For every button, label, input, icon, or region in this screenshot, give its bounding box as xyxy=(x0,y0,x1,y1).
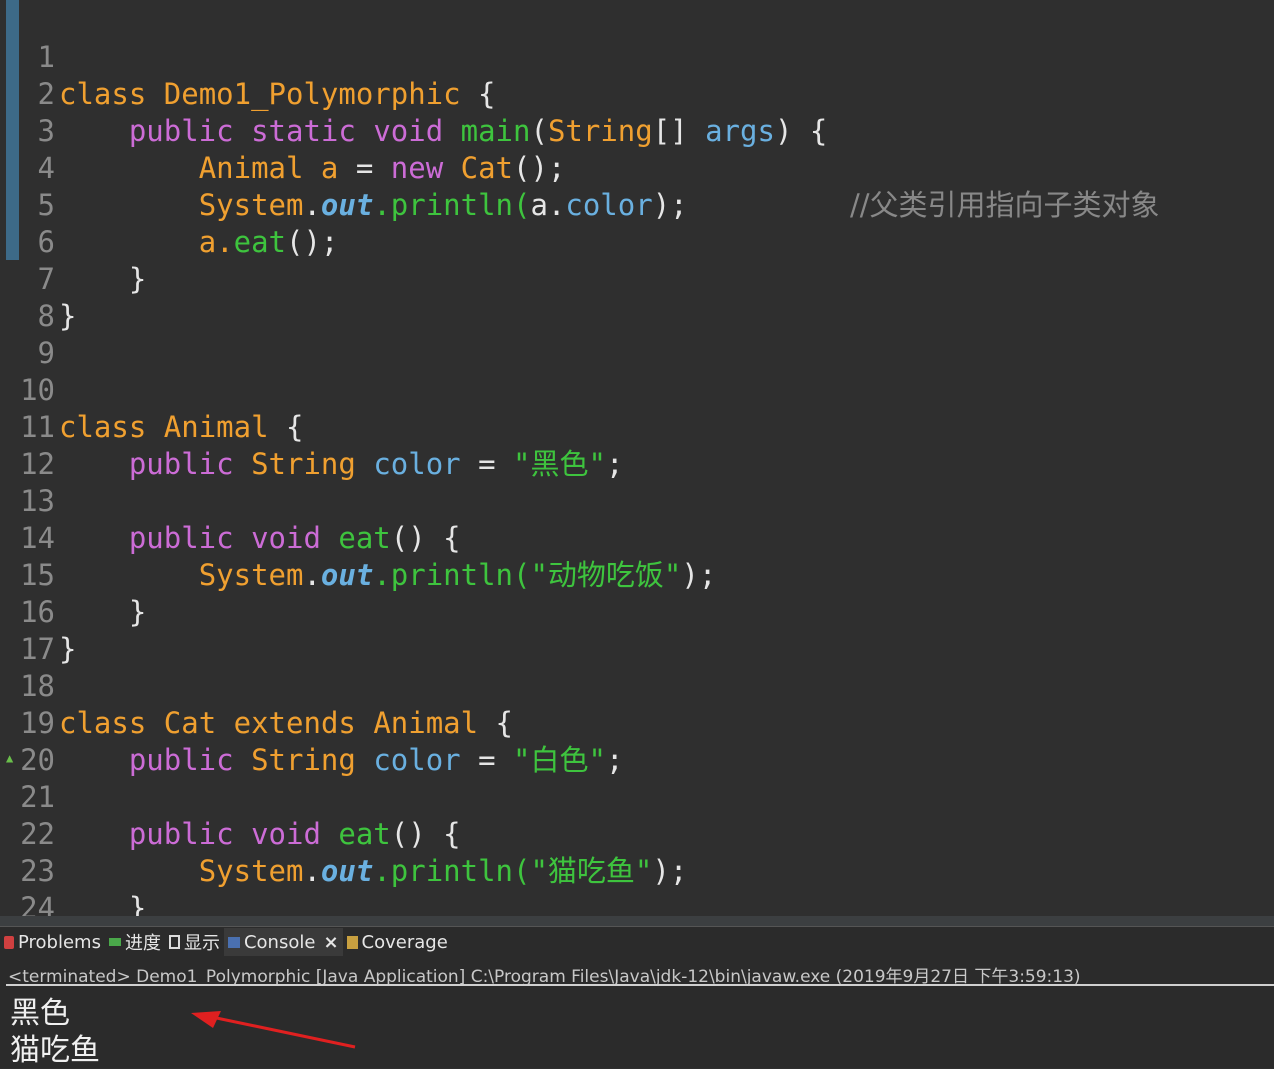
panel-tab-bar: Problems 进度 显示 Console × Coverage xyxy=(0,928,1274,956)
code-line-15[interactable]: 15 } xyxy=(0,520,1274,629)
code-line-22[interactable]: 22 System.out.println("猫吃鱼"); xyxy=(0,779,1274,888)
code-line-19[interactable]: 19 public String color = "白色"; xyxy=(0,668,1274,777)
code-line-21[interactable]: 21 public void eat() { xyxy=(0,742,1274,851)
code-line-8[interactable]: 8 xyxy=(0,261,1274,333)
console-output-line: 猫吃鱼 xyxy=(10,1033,100,1068)
tab-coverage[interactable]: Coverage xyxy=(343,928,452,956)
code-line-10[interactable]: 10 class Animal { xyxy=(0,335,1274,444)
tab-label: Coverage xyxy=(361,931,448,953)
code-line-24[interactable]: 24 } xyxy=(0,853,1274,916)
code-editor[interactable]: ▲ 1 class Demo1_Polymorphic { 2 public s… xyxy=(0,0,1274,916)
code-line-5[interactable]: 5 a.eat(); xyxy=(0,150,1274,259)
console-icon xyxy=(227,936,240,948)
bottom-panel: Problems 进度 显示 Console × Coverage <termi… xyxy=(0,916,1274,1068)
code-line-11[interactable]: 11 public String color = "黑色"; xyxy=(0,372,1274,481)
tab-display[interactable]: 显示 xyxy=(165,928,224,956)
code-line-3[interactable]: 3 Animal a = new Cat(); //父类引用指向子类对象 xyxy=(0,76,1274,222)
tab-label: Problems xyxy=(18,931,101,953)
tab-console[interactable]: Console × xyxy=(223,928,343,956)
tab-label: 进度 xyxy=(124,933,161,954)
problems-icon xyxy=(4,935,14,949)
code-line-12[interactable]: 12 xyxy=(0,409,1274,481)
code-line-13[interactable]: 13 public void eat() { xyxy=(0,446,1274,555)
code-line-4[interactable]: 4 System.out.println(a.color); xyxy=(0,113,1274,222)
close-icon[interactable]: × xyxy=(323,932,338,953)
brace: } xyxy=(128,891,147,916)
code-line-2[interactable]: 2 public static void main(String[] args)… xyxy=(0,39,1274,148)
annotation-arrow-icon xyxy=(191,1011,356,1049)
line-number: 24 xyxy=(20,891,55,916)
code-line-14[interactable]: 14 System.out.println("动物吃饭"); xyxy=(0,483,1274,592)
tab-label: 显示 xyxy=(183,933,220,954)
code-line-1[interactable]: 1 class Demo1_Polymorphic { xyxy=(0,2,1274,111)
code-line-23[interactable]: 23 } xyxy=(0,816,1274,916)
tab-problems[interactable]: Problems xyxy=(0,928,105,956)
progress-icon xyxy=(108,938,121,946)
code-line-18[interactable]: 18 class Cat extends Animal { xyxy=(0,631,1274,740)
code-line-20[interactable]: 20 xyxy=(0,705,1274,777)
tab-label: Console xyxy=(243,931,316,953)
code-line-6[interactable]: 6 } xyxy=(0,187,1274,296)
panel-border xyxy=(0,916,1274,927)
tab-progress[interactable]: 进度 xyxy=(105,928,165,956)
code-line-7[interactable]: 7 } xyxy=(0,224,1274,333)
code-line-17[interactable]: 17 xyxy=(0,594,1274,666)
display-icon xyxy=(168,935,180,949)
coverage-icon xyxy=(346,935,358,949)
divider xyxy=(6,984,1274,986)
code-line-16[interactable]: 16 } xyxy=(0,557,1274,666)
code-line-9[interactable]: 9 xyxy=(0,298,1274,370)
